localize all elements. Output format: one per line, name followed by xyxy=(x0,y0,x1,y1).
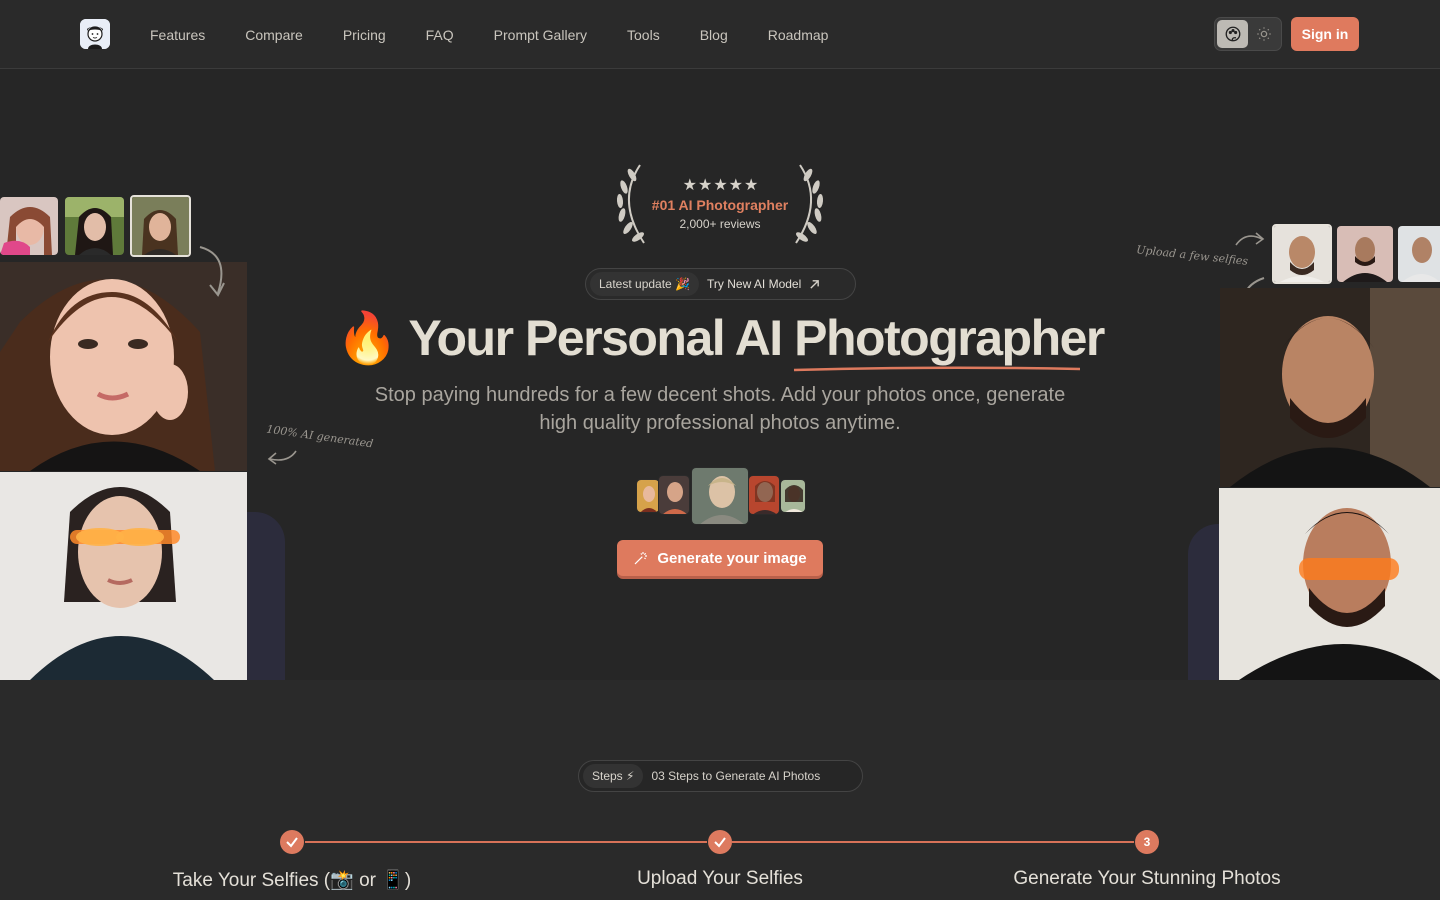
nav-pricing[interactable]: Pricing xyxy=(343,27,386,43)
nav-faq[interactable]: FAQ xyxy=(426,27,454,43)
avatar xyxy=(780,479,806,513)
try-new-model-label: Try New AI Model xyxy=(707,277,802,291)
logo-icon[interactable] xyxy=(80,19,110,49)
step-connector-1 xyxy=(305,841,707,843)
highlight-underline-icon xyxy=(794,366,1081,372)
nav-blog[interactable]: Blog xyxy=(700,27,728,43)
avatar xyxy=(691,467,749,525)
latest-update-pill[interactable]: Latest update 🎉 Try New AI Model xyxy=(585,268,856,300)
avatar-strip xyxy=(636,467,806,525)
nav-features[interactable]: Features xyxy=(150,27,205,43)
step-3-number: 3 xyxy=(1135,830,1159,854)
arrow-up-right-icon xyxy=(810,279,820,289)
right-thumb-1 xyxy=(1272,224,1332,284)
left-thumb-1 xyxy=(0,197,58,255)
nav-tools[interactable]: Tools xyxy=(627,27,660,43)
nav-prompt-gallery[interactable]: Prompt Gallery xyxy=(494,27,587,43)
right-thumb-3 xyxy=(1398,226,1440,282)
left-photo-woman-2 xyxy=(0,472,247,680)
right-arrow-top-icon xyxy=(1235,232,1265,246)
rating-badge: ★★★★★ #01 AI Photographer 2,000+ reviews xyxy=(610,161,830,247)
generate-image-button[interactable]: Generate your image xyxy=(617,540,823,576)
generate-image-label: Generate your image xyxy=(657,549,807,567)
palette-icon xyxy=(1225,26,1240,42)
latest-update-tag: Latest update 🎉 xyxy=(590,272,700,296)
theme-toggle xyxy=(1214,17,1282,51)
rating-stars-icon: ★★★★★ xyxy=(682,177,760,194)
step-2-check-icon xyxy=(708,830,732,854)
left-accent-shape xyxy=(247,512,285,680)
left-thumb-2 xyxy=(65,197,124,255)
nav-roadmap[interactable]: Roadmap xyxy=(768,27,829,43)
left-arrow-icon xyxy=(199,246,225,297)
step-2-label: Upload Your Selfies xyxy=(637,868,803,889)
left-thumb-3 xyxy=(130,195,191,257)
headline-highlight: Photographer xyxy=(794,309,1105,372)
right-photo-man-2 xyxy=(1219,488,1440,680)
headline-highlight-text: Photographer xyxy=(794,310,1105,366)
fire-icon: 🔥 xyxy=(336,310,398,366)
nav-compare[interactable]: Compare xyxy=(245,27,303,43)
light-theme-button[interactable] xyxy=(1248,20,1279,48)
avatar xyxy=(658,475,690,515)
magic-wand-icon xyxy=(634,552,648,565)
badge-title: #01 AI Photographer xyxy=(651,197,789,213)
right-thumb-2 xyxy=(1337,226,1393,282)
hero-section: 100% AI generated ★★★★★ #01 AI Photograp… xyxy=(0,69,1440,680)
steps-tag: Steps ⚡ xyxy=(583,764,644,788)
badge-reviews: 2,000+ reviews xyxy=(679,217,761,231)
right-accent-shape xyxy=(1188,524,1220,680)
site-header: Features Compare Pricing FAQ Prompt Gall… xyxy=(0,0,1440,69)
right-photo-man-1 xyxy=(1220,288,1440,487)
sign-in-button[interactable]: Sign in xyxy=(1291,17,1359,51)
sun-icon xyxy=(1256,27,1271,41)
step-3-label: Generate Your Stunning Photos xyxy=(1013,868,1281,889)
note-left-arrow-icon xyxy=(267,450,297,465)
step-1-label: Take Your Selfies (📸 or 📱) xyxy=(172,870,412,891)
steps-title: 03 Steps to Generate AI Photos xyxy=(651,769,821,783)
headline-main: Your Personal AI xyxy=(408,310,795,366)
system-theme-button[interactable] xyxy=(1217,20,1248,48)
step-connector-2 xyxy=(732,841,1134,843)
avatar xyxy=(636,479,660,513)
step-1-check-icon xyxy=(280,830,304,854)
steps-pill: Steps ⚡ 03 Steps to Generate AI Photos xyxy=(578,760,863,792)
main-nav: Features Compare Pricing FAQ Prompt Gall… xyxy=(150,0,868,69)
avatar xyxy=(748,475,780,515)
try-new-model-link[interactable]: Try New AI Model xyxy=(707,277,820,291)
hero-subtitle: Stop paying hundreds for a few decent sh… xyxy=(374,384,1066,434)
